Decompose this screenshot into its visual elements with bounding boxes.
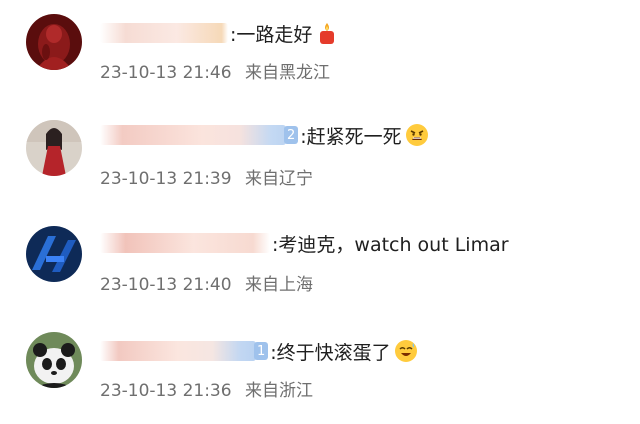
comment-text: :一路走好 <box>230 23 313 46</box>
grinning-sweat-face-icon <box>394 339 418 363</box>
level-badge: 2 <box>284 126 299 144</box>
comment-text: :考迪克，watch out Limar <box>272 233 509 256</box>
avatar[interactable] <box>26 332 82 388</box>
avatar[interactable] <box>26 120 82 176</box>
level-badge: 1 <box>254 342 269 360</box>
location: 来自浙江 <box>244 381 313 401</box>
timestamp: 23-10-13 21:39 <box>100 169 232 189</box>
avatar[interactable] <box>26 226 82 282</box>
comment-line: :一路走好 <box>100 18 339 48</box>
comment-text: :赶紧死一死 <box>300 125 402 148</box>
username-blurred[interactable] <box>100 125 286 145</box>
username-blurred[interactable] <box>100 233 270 253</box>
location: 来自辽宁 <box>244 169 313 189</box>
comment-meta: 23-10-13 21:36 来自浙江 <box>100 376 313 401</box>
comment-line: :考迪克，watch out Limar <box>100 228 509 258</box>
candle-icon <box>315 21 339 45</box>
comment-meta: 23-10-13 21:39 来自辽宁 <box>100 164 313 189</box>
location: 来自上海 <box>244 275 313 295</box>
comment-meta: 23-10-13 21:40 来自上海 <box>100 270 313 295</box>
avatar[interactable] <box>26 14 82 70</box>
timestamp: 23-10-13 21:36 <box>100 381 232 401</box>
location: 来自黑龙江 <box>244 63 330 83</box>
timestamp: 23-10-13 21:40 <box>100 275 232 295</box>
username-blurred[interactable] <box>100 23 228 43</box>
comment-text: :终于快滚蛋了 <box>270 341 391 364</box>
timestamp: 23-10-13 21:46 <box>100 63 232 83</box>
comment-line: 1 :终于快滚蛋了 <box>100 336 418 366</box>
comment-item: :一路走好 23-10-13 21:46 来自黑龙江 <box>0 0 640 100</box>
comment-meta: 23-10-13 21:46 来自黑龙江 <box>100 58 330 83</box>
comment-line: 2 :赶紧死一死 <box>100 120 429 150</box>
username-blurred[interactable] <box>100 341 256 361</box>
angry-face-icon <box>405 123 429 147</box>
